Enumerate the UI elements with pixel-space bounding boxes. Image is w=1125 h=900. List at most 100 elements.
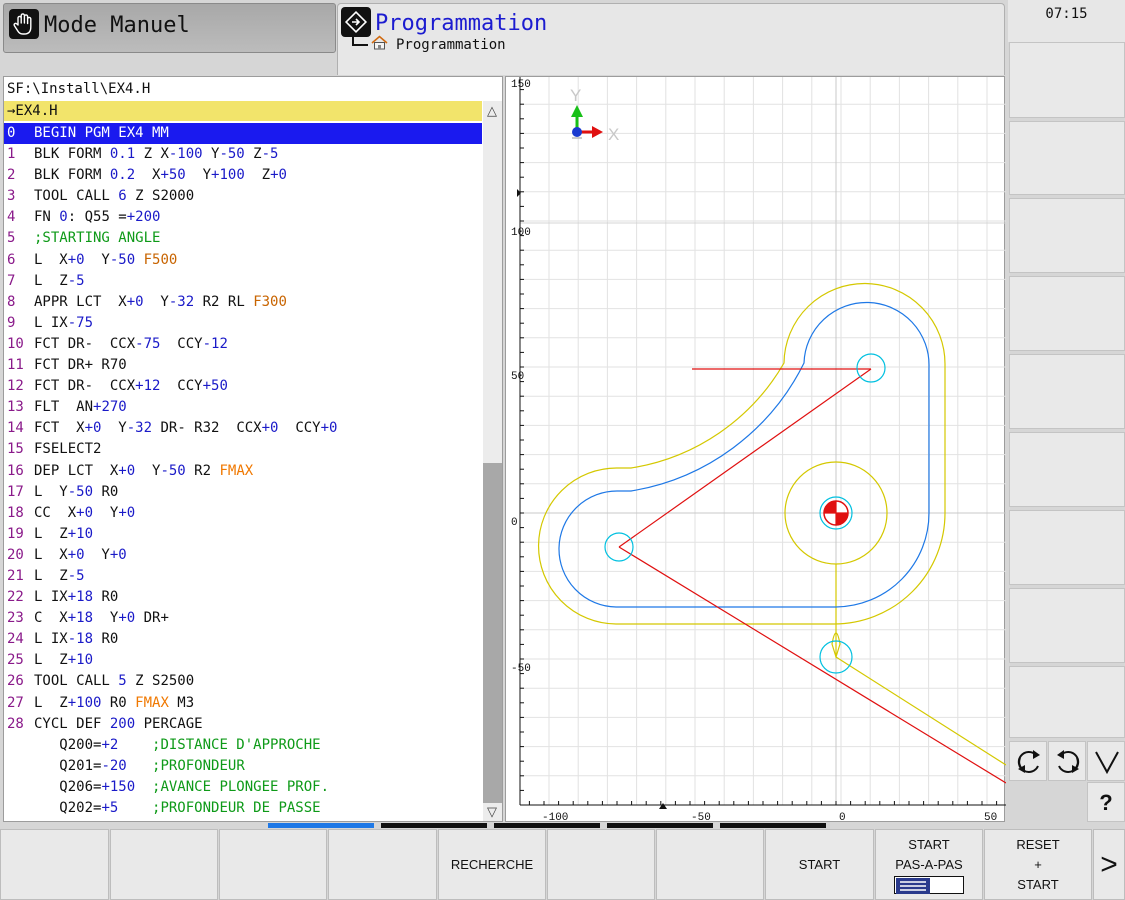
nc-line[interactable]: 8 APPR LCT X+0 Y-32 R2 RL F300 — [4, 292, 482, 313]
softkey-4[interactable] — [328, 829, 437, 900]
rotate-right-button[interactable] — [1048, 741, 1086, 781]
nc-line[interactable]: 11 FCT DR+ R70 — [4, 355, 482, 376]
nc-token: ;PROFONDEUR — [152, 757, 245, 774]
nc-token: DR+ — [135, 610, 169, 627]
nc-token: C X — [34, 610, 68, 627]
nc-line[interactable]: 4 FN 0: Q55 =+200 — [4, 207, 482, 228]
nc-token: +0 — [126, 293, 144, 310]
right-softkey-2[interactable] — [1009, 121, 1125, 195]
x-tick-label-50: 50 — [984, 812, 997, 823]
nc-token: Q202= — [34, 800, 102, 816]
programming-tab[interactable]: Programmation Programmation — [337, 3, 1005, 75]
nc-token: +0 — [76, 504, 94, 521]
hole-circle-top — [856, 353, 886, 383]
reset-start-softkey[interactable]: RESET + START — [984, 829, 1092, 900]
softkey-3[interactable] — [219, 829, 327, 900]
nc-line[interactable]: 12 FCT DR- CCX+12 CCY+50 — [4, 376, 482, 397]
start-step-softkey[interactable]: START PAS-A-PAS — [875, 829, 983, 900]
nc-line[interactable]: 14 FCT X+0 Y-32 DR- R32 CCX+0 CCY+0 — [4, 418, 482, 439]
nc-token: PERCAGE — [135, 715, 203, 732]
right-softkey-9[interactable] — [1009, 666, 1125, 738]
line-number: 11 — [7, 357, 24, 374]
y-tick-label-50: 50 — [511, 371, 524, 383]
nc-token: FMAX — [219, 462, 254, 479]
nc-line[interactable]: 21 L Z-5 — [4, 566, 482, 587]
nc-line[interactable]: 28 CYCL DEF 200 PERCAGE — [4, 714, 482, 735]
nc-token: FCT DR- CCX — [34, 378, 136, 395]
nc-line[interactable]: 10 FCT DR- CCX-75 CCY-12 — [4, 334, 482, 355]
nc-line[interactable]: 16 DEP LCT X+0 Y-50 R2 FMAX — [4, 461, 482, 482]
line-number: 4 — [7, 209, 16, 226]
right-softkey-8[interactable] — [1009, 588, 1125, 663]
right-softkey-1[interactable] — [1009, 42, 1125, 118]
nc-line[interactable]: 23 C X+18 Y+0 DR+ — [4, 608, 482, 629]
softkey-1[interactable] — [0, 829, 109, 900]
nc-line[interactable]: 25 L Z+10 — [4, 650, 482, 671]
start-step-label-1: START — [908, 836, 950, 852]
right-softkey-7[interactable] — [1009, 510, 1125, 585]
search-softkey[interactable]: RECHERCHE — [438, 829, 546, 900]
nc-token: M3 — [168, 694, 195, 711]
right-softkey-4[interactable] — [1009, 276, 1125, 351]
x-tick-label-neg50: -50 — [691, 812, 711, 823]
nc-line[interactable]: Q200=+2 ;DISTANCE D'APPROCHE — [4, 735, 482, 756]
tilt-down-button[interactable] — [1087, 741, 1125, 781]
more-softkeys-button[interactable]: > — [1093, 829, 1125, 900]
line-number: 3 — [7, 188, 16, 205]
nc-line[interactable]: 5 ;STARTING ANGLE — [4, 228, 482, 249]
help-button[interactable]: ? — [1087, 782, 1125, 822]
nc-token: L IX — [34, 631, 68, 648]
nc-token — [118, 800, 152, 816]
nc-token: L X — [34, 546, 68, 563]
nc-line[interactable]: Q201=-20 ;PROFONDEUR — [4, 756, 482, 777]
nc-line[interactable]: 2 BLK FORM 0.2 X+50 Y+100 Z+0 — [4, 165, 482, 186]
nc-line[interactable]: 9 L IX-75 — [4, 313, 482, 334]
nc-line[interactable]: 3 TOOL CALL 6 Z S2000 — [4, 186, 482, 207]
y-tick-label-100: 100 — [511, 227, 531, 239]
right-softkey-3[interactable] — [1009, 198, 1125, 273]
nc-line[interactable]: 7 L Z-5 — [4, 271, 482, 292]
nc-line[interactable]: Q206=+150 ;AVANCE PLONGEE PROF. — [4, 777, 482, 798]
nc-token: +0 — [67, 251, 85, 268]
nc-token: R2 — [185, 462, 220, 479]
graphics-view[interactable]: 150 100 50 0 -50 -100 -50 0 50 Y X — [505, 76, 1006, 823]
nc-line[interactable]: 26 TOOL CALL 5 Z S2500 — [4, 671, 482, 692]
nc-token: -50 — [109, 251, 136, 268]
scrollbar-thumb[interactable] — [483, 463, 502, 803]
mode-tab-manual[interactable]: Mode Manuel — [3, 3, 336, 53]
nc-token: FCT X — [34, 420, 85, 437]
softkey-6[interactable] — [547, 829, 655, 900]
nc-line[interactable]: 18 CC X+0 Y+0 — [4, 503, 482, 524]
nc-line[interactable]: 15 FSELECT2 — [4, 439, 482, 460]
rotate-left-button[interactable] — [1009, 741, 1047, 781]
nc-line[interactable]: 6 L X+0 Y-50 F500 — [4, 250, 482, 271]
right-softkey-6[interactable] — [1009, 432, 1125, 507]
nc-line[interactable]: 22 L IX+18 R0 — [4, 587, 482, 608]
nc-token: ;STARTING ANGLE — [34, 230, 161, 247]
reset-start-label-2: + — [1034, 856, 1042, 872]
right-softkey-5[interactable] — [1009, 354, 1125, 429]
scroll-down-icon[interactable]: ▽ — [487, 805, 497, 818]
softkey-7[interactable] — [656, 829, 764, 900]
line-number: 9 — [7, 314, 16, 331]
nc-line[interactable]: 17 L Y-50 R0 — [4, 482, 482, 503]
y-tick-label-150: 150 — [511, 79, 531, 91]
nc-line[interactable]: 0 BEGIN PGM EX4 MM — [4, 123, 482, 145]
scroll-up-icon[interactable]: △ — [487, 104, 497, 117]
nc-line[interactable]: 1 BLK FORM 0.1 Z X-100 Y-50 Z-5 — [4, 144, 482, 165]
nc-line[interactable]: 27 L Z+100 R0 FMAX M3 — [4, 693, 482, 714]
nc-token: Y — [135, 462, 161, 479]
start-softkey[interactable]: START — [765, 829, 874, 900]
nc-token: CCY — [160, 335, 203, 352]
nc-token: +100 — [211, 167, 245, 184]
program-editor[interactable]: SF:\Install\EX4.H →EX4.H △ ▽ 0 BEGIN PGM … — [3, 76, 503, 822]
softkey-2[interactable] — [110, 829, 218, 900]
nc-line[interactable]: 13 FLT AN+270 — [4, 397, 482, 418]
nc-token: BLK FORM — [34, 146, 110, 163]
nc-line[interactable]: Q202=+5 ;PROFONDEUR DE PASSE — [4, 798, 482, 819]
nc-token: L Y — [34, 483, 68, 500]
nc-line[interactable]: 19 L Z+10 — [4, 524, 482, 545]
nc-line[interactable]: 20 L X+0 Y+0 — [4, 545, 482, 566]
nc-line[interactable]: 24 L IX-18 R0 — [4, 629, 482, 650]
nc-token: +0 — [84, 420, 102, 437]
